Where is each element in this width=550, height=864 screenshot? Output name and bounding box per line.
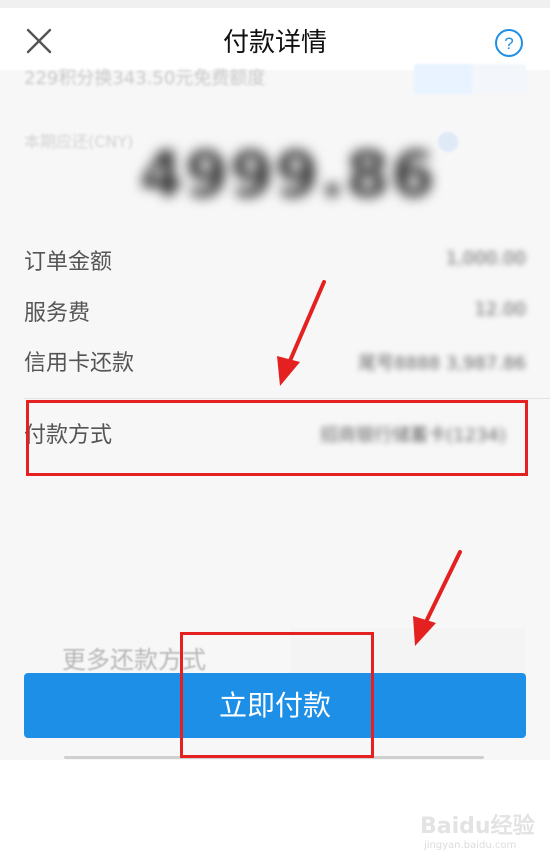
watermark-brand: Baidu经验 — [420, 814, 535, 839]
watermark-domain: jingyan.baidu.com — [424, 840, 517, 851]
annotation-arrows — [277, 280, 462, 646]
annotation-arrow-2 — [420, 550, 462, 632]
annotation-arrowhead-2 — [413, 616, 436, 646]
annotation-arrowhead-1 — [277, 356, 300, 386]
annotation-arrow-1 — [284, 280, 326, 372]
